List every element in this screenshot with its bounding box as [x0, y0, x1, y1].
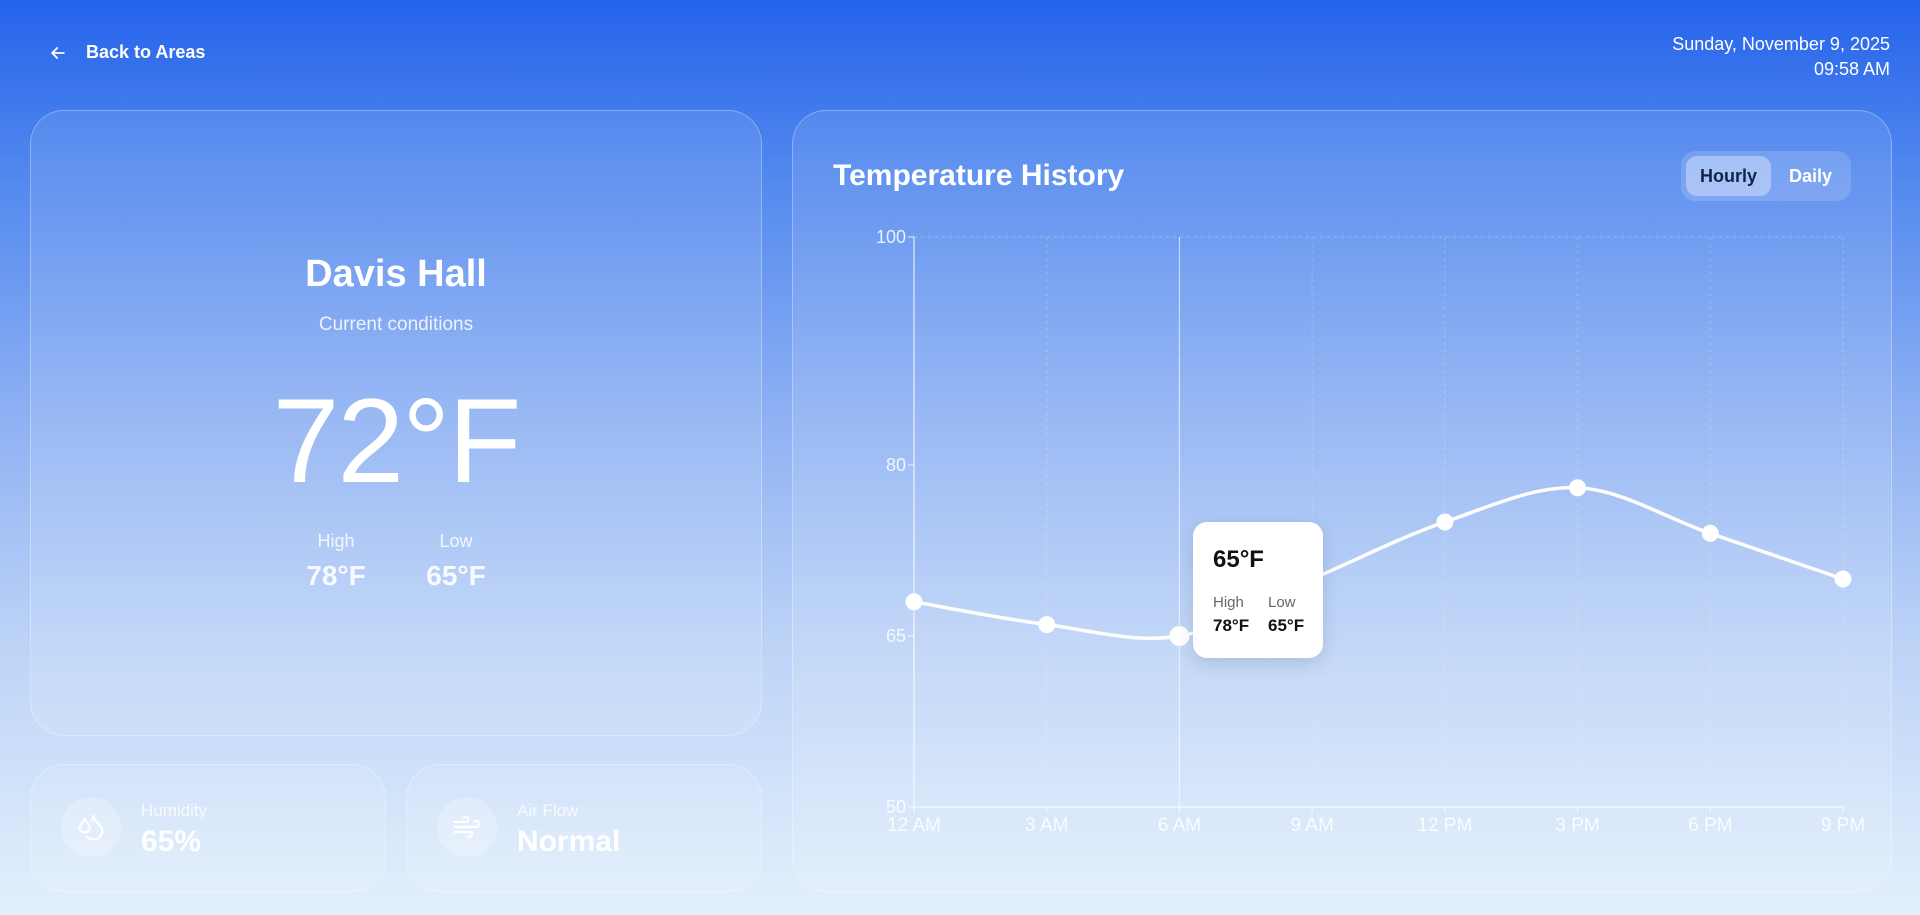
data-point — [1436, 513, 1454, 531]
x-tick-label: 12 PM — [1417, 815, 1472, 836]
x-tick-label: 3 AM — [1025, 815, 1068, 836]
x-tick-label: 9 PM — [1821, 815, 1865, 836]
tooltip-low-value: 65°F — [1268, 616, 1305, 635]
x-tick-label: 6 PM — [1688, 815, 1732, 836]
tooltip-value: 65°F — [1213, 546, 1264, 573]
x-tick-label: 3 PM — [1555, 815, 1599, 836]
tooltip-high-label: High — [1213, 594, 1244, 611]
x-tick-label: 6 AM — [1158, 815, 1201, 836]
tooltip-low-label: Low — [1268, 594, 1296, 611]
x-tick-label: 12 AM — [887, 815, 941, 836]
data-point — [1038, 616, 1056, 634]
tooltip-high-value: 78°F — [1213, 616, 1250, 635]
data-point — [1701, 524, 1719, 542]
data-point — [1169, 626, 1190, 646]
x-tick-label: 9 AM — [1290, 815, 1333, 836]
y-tick-label: 50 — [886, 797, 906, 817]
data-point — [1569, 479, 1587, 497]
chart-tooltip: 65°F High 78°F Low 65°F — [1193, 522, 1323, 658]
tooltip-low: Low 65°F — [1268, 594, 1304, 636]
temperature-line-chart: 50 65 80 100 12 AM 3 AM 6 AM 9 AM 12 PM 3 PM 6 PM 9… — [876, 227, 1865, 836]
tooltip-high: High 78°F — [1213, 594, 1249, 636]
data-point — [905, 593, 923, 611]
y-tick-label: 100 — [876, 227, 906, 247]
y-tick-label: 65 — [886, 626, 906, 646]
temperature-series-line — [913, 486, 1844, 640]
data-point — [1834, 570, 1852, 588]
y-tick-label: 80 — [886, 455, 906, 475]
